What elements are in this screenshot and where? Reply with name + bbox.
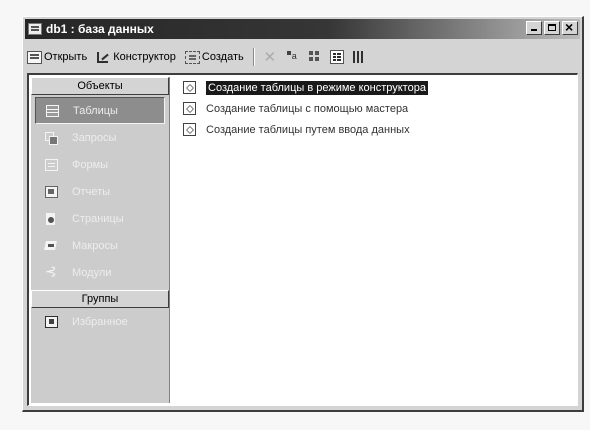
sidebar-item-label: Модули [72, 266, 112, 279]
large-icons-view-icon[interactable] [286, 50, 300, 64]
sidebar-item-label: Избранное [72, 315, 128, 328]
small-icons-view-icon[interactable] [308, 50, 322, 64]
groups-header[interactable]: Группы [31, 290, 169, 308]
objects-header[interactable]: Объекты [31, 77, 169, 95]
sidebar-item-tables[interactable]: Таблицы [35, 97, 165, 124]
report-icon [45, 185, 58, 198]
open-icon [27, 50, 42, 64]
list-item-create-design-view[interactable]: Создание таблицы в режиме конструктора [175, 77, 575, 98]
sidebar-item-queries[interactable]: Запросы [31, 124, 169, 151]
list-view-icon[interactable] [329, 50, 344, 64]
module-icon [45, 263, 58, 280]
close-button[interactable] [562, 19, 578, 35]
title-bar[interactable]: db1 : база данных [25, 19, 580, 39]
toolbar-separator [252, 48, 255, 66]
objects-list: Создание таблицы в режиме конструктора С… [175, 77, 575, 403]
list-item-create-data-entry[interactable]: Создание таблицы путем ввода данных [175, 119, 575, 140]
sidebar-item-reports[interactable]: Отчеты [31, 178, 169, 205]
database-icon [28, 23, 42, 35]
sidebar-item-label: Страницы [72, 212, 124, 225]
details-view-icon[interactable] [352, 50, 366, 64]
shortcut-icon [183, 102, 196, 115]
content-area: Объекты Таблицы Запросы Формы Отчеты Стр… [27, 73, 578, 406]
objects-sidebar: Объекты Таблицы Запросы Формы Отчеты Стр… [31, 77, 170, 403]
database-window: db1 : база данных Открыть Конструктор Со… [22, 16, 584, 412]
sidebar-item-macros[interactable]: Макросы [31, 232, 169, 259]
shortcut-icon [183, 123, 196, 136]
list-item-label: Создание таблицы путем ввода данных [206, 123, 410, 136]
sidebar-item-label: Запросы [72, 131, 117, 144]
sidebar-item-favorites[interactable]: Избранное [31, 308, 169, 335]
sidebar-item-modules[interactable]: Модули [31, 259, 169, 286]
create-label: Создать [201, 51, 244, 63]
design-button[interactable]: Конструктор [96, 51, 176, 64]
sidebar-item-label: Формы [72, 158, 109, 171]
sidebar-item-label: Таблицы [73, 104, 118, 117]
delete-icon[interactable]: ✕ [263, 48, 277, 66]
query-icon [45, 131, 58, 145]
sidebar-item-label: Отчеты [72, 185, 111, 198]
open-button[interactable]: Открыть [27, 50, 88, 64]
minimize-button[interactable] [526, 21, 542, 35]
sidebar-item-forms[interactable]: Формы [31, 151, 169, 178]
window-title: db1 : база данных [46, 22, 154, 36]
design-icon [96, 51, 111, 64]
maximize-button[interactable] [544, 21, 560, 35]
design-label: Конструктор [113, 51, 176, 63]
sidebar-item-label: Макросы [72, 239, 118, 252]
list-item-label: Создание таблицы с помощью мастера [206, 102, 409, 115]
open-label: Открыть [44, 51, 88, 63]
page-icon [45, 212, 58, 225]
favorites-icon [45, 315, 58, 328]
list-item-create-wizard[interactable]: Создание таблицы с помощью мастера [175, 98, 575, 119]
sidebar-item-pages[interactable]: Страницы [31, 205, 169, 232]
toolbar: Открыть Конструктор Создать ✕ [27, 45, 578, 69]
table-icon [46, 104, 59, 117]
create-button[interactable]: Создать [184, 50, 244, 64]
macro-icon [45, 240, 58, 252]
shortcut-icon [183, 81, 196, 94]
list-item-label: Создание таблицы в режиме конструктора [206, 80, 428, 95]
create-icon [184, 50, 200, 64]
form-icon [45, 158, 58, 171]
window-controls [526, 19, 578, 35]
